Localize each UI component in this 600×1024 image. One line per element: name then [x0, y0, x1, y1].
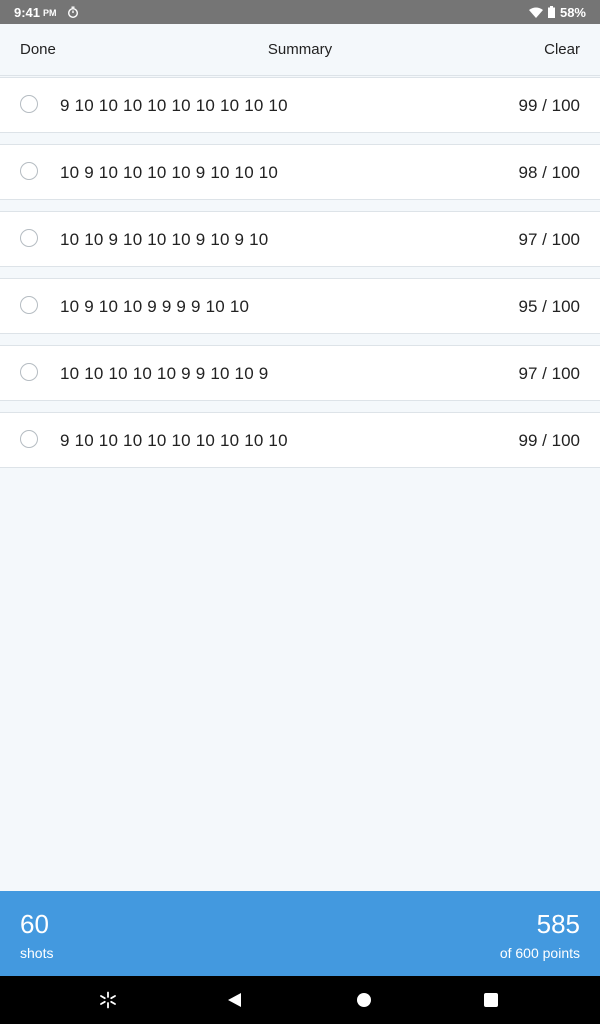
shot-scores: 9 10 10 10 10 10 10 10 10 10 — [60, 96, 288, 115]
status-left: 9:41 PM — [14, 5, 79, 20]
series-row[interactable]: 10 10 10 10 10 9 9 10 10 9 97 / 100 — [0, 345, 600, 401]
timer-icon — [67, 6, 79, 18]
shot-scores: 10 10 9 10 10 10 9 10 9 10 — [60, 230, 269, 249]
points-total: 585 — [536, 909, 580, 939]
radio-button[interactable] — [20, 430, 38, 448]
radio-button[interactable] — [20, 229, 38, 247]
shots-label: shots — [20, 945, 54, 961]
shot-scores: 10 10 10 10 10 9 9 10 10 9 — [60, 364, 269, 383]
series-score: 97 / 100 — [518, 230, 580, 249]
radio-button[interactable] — [20, 363, 38, 381]
wifi-icon — [528, 7, 543, 18]
home-circle-icon[interactable] — [352, 988, 376, 1012]
status-ampm: PM — [43, 8, 57, 18]
status-time: 9:41 — [14, 4, 41, 20]
series-score: 99 / 100 — [518, 431, 580, 450]
series-row[interactable]: 9 10 10 10 10 10 10 10 10 10 99 / 100 — [0, 412, 600, 468]
series-score: 99 / 100 — [518, 96, 580, 115]
clear-button[interactable]: Clear — [544, 41, 580, 58]
radio-button[interactable] — [20, 296, 38, 314]
shot-scores: 10 9 10 10 9 9 9 9 10 10 — [60, 297, 250, 316]
series-score: 95 / 100 — [518, 297, 580, 316]
status-right: 58% — [528, 4, 586, 20]
series-row[interactable]: 10 9 10 10 9 9 9 9 10 10 95 / 100 — [0, 278, 600, 334]
page-title: Summary — [267, 41, 333, 58]
battery-percentage: 58% — [559, 4, 586, 20]
totals-footer: 60 shots 585 of 600 points — [0, 891, 600, 976]
header: Done Summary Clear — [0, 24, 600, 76]
series-row[interactable]: 9 10 10 10 10 10 10 10 10 10 99 / 100 — [0, 77, 600, 133]
points-label: of 600 points — [499, 945, 580, 961]
recents-square-icon[interactable] — [479, 988, 503, 1012]
series-score: 98 / 100 — [518, 163, 580, 182]
series-row[interactable]: 10 9 10 10 10 10 9 10 10 10 98 / 100 — [0, 144, 600, 200]
radio-button[interactable] — [20, 162, 38, 180]
shots-count: 60 — [20, 909, 49, 939]
battery-icon — [547, 6, 555, 18]
sparkle-icon[interactable] — [96, 988, 120, 1012]
shot-scores: 10 9 10 10 10 10 9 10 10 10 — [60, 163, 279, 182]
shot-scores: 9 10 10 10 10 10 10 10 10 10 — [60, 431, 288, 450]
navigation-bar — [0, 976, 600, 1024]
series-score: 97 / 100 — [518, 364, 580, 383]
series-row[interactable]: 10 10 9 10 10 10 9 10 9 10 97 / 100 — [0, 211, 600, 267]
status-bar: 9:41 PM 58% — [0, 0, 600, 24]
back-triangle-icon[interactable] — [222, 988, 246, 1012]
radio-button[interactable] — [20, 95, 38, 113]
